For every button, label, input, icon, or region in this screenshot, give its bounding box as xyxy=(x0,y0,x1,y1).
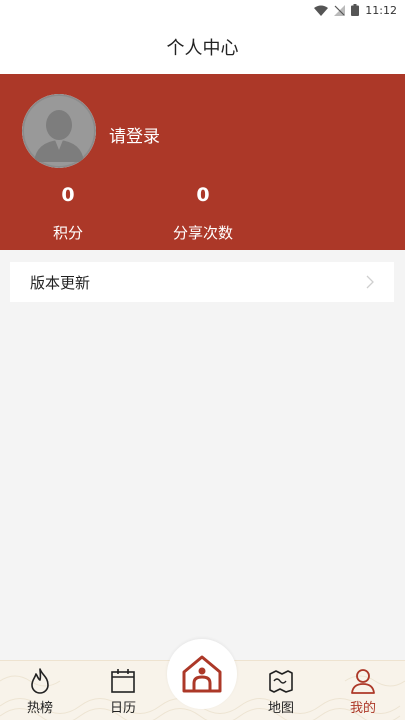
no-signal-icon xyxy=(334,4,346,16)
profile-card: 请登录 0 积分 0 分享次数 xyxy=(0,74,405,250)
tab-mine[interactable]: 我的 xyxy=(333,667,393,719)
chevron-right-icon xyxy=(366,275,374,289)
tab-hot-list[interactable]: 热榜 xyxy=(10,667,70,719)
points-value: 0 xyxy=(61,184,75,206)
tab-home[interactable] xyxy=(167,639,237,709)
tab-label: 热榜 xyxy=(26,701,53,716)
points-label: 积分 xyxy=(52,224,83,242)
stat-share-count: 0 分享次数 xyxy=(143,184,263,243)
tab-calendar[interactable]: 日历 xyxy=(93,667,153,719)
battery-icon xyxy=(351,4,360,16)
menu-item-version-update[interactable]: 版本更新 xyxy=(10,262,394,302)
map-icon xyxy=(269,670,293,693)
tab-map[interactable]: 地图 xyxy=(251,667,311,719)
wifi-icon xyxy=(314,5,329,16)
clock: 11:12 xyxy=(365,3,397,17)
share-count-label: 分享次数 xyxy=(172,224,233,242)
user-icon xyxy=(351,669,375,694)
login-link[interactable]: 请登录 xyxy=(109,122,160,147)
tab-label: 日历 xyxy=(109,701,136,716)
status-bar: 11:12 xyxy=(0,0,405,20)
menu-item-label: 版本更新 xyxy=(30,273,91,292)
tab-label: 我的 xyxy=(349,701,376,716)
home-icon xyxy=(182,655,222,693)
tab-label: 地图 xyxy=(267,701,294,716)
page-title: 个人中心 xyxy=(166,38,239,59)
stat-points: 0 积分 xyxy=(8,184,128,243)
default-avatar-icon xyxy=(22,94,96,168)
avatar[interactable] xyxy=(22,94,96,168)
bottom-tab-bar: 热榜 日历 地图 我的 xyxy=(0,639,405,720)
share-count-value: 0 xyxy=(196,184,210,206)
page-title-bar: 个人中心 xyxy=(0,20,405,74)
calendar-icon xyxy=(111,669,135,693)
flame-icon xyxy=(31,668,49,694)
